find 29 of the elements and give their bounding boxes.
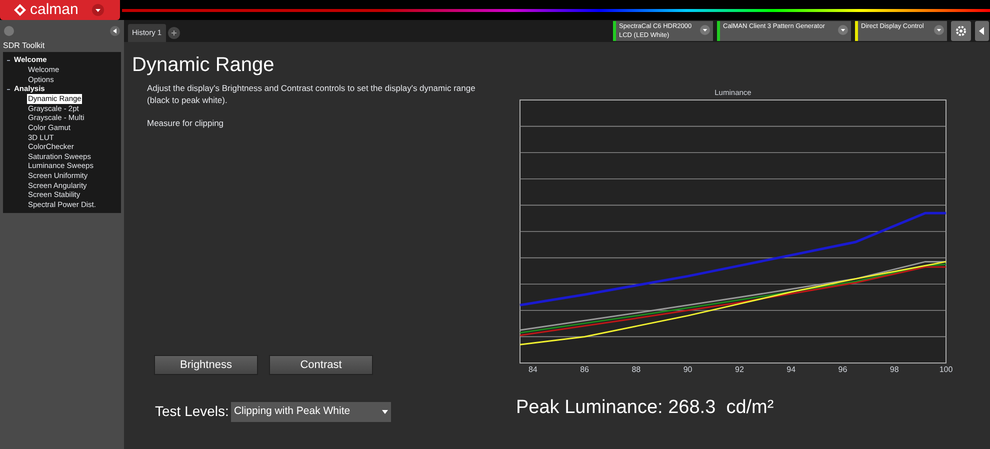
test-levels-label: Test Levels:: [155, 402, 229, 421]
dropdown-value: Clipping with Peak White: [234, 404, 350, 419]
settings-icon[interactable]: [951, 21, 971, 41]
axis-tick-label: 86: [580, 364, 589, 376]
axis-tick-label: 98: [890, 364, 899, 376]
action-button[interactable]: Brightness: [154, 355, 258, 375]
axis-tick-label: 100: [939, 364, 953, 376]
sidebar-title: SDR Toolkit: [2, 40, 46, 52]
logo-text: calman: [30, 1, 78, 19]
description: Adjust the display's Brightness and Contrast controls to set the display's dynamic range (black to peak white).: [146, 82, 476, 106]
dropdown-icon[interactable]: [838, 25, 848, 35]
action-button[interactable]: Contrast: [269, 355, 373, 375]
page-title: Dynamic Range: [132, 53, 276, 78]
axis-tick-label: 90: [683, 364, 692, 376]
axis-tick-label: 84: [528, 364, 538, 376]
axis-tick-label: 96: [838, 364, 848, 376]
test-levels-dropdown[interactable]: Clipping with Peak White: [230, 402, 391, 422]
dropdown-icon[interactable]: [934, 25, 944, 35]
caret-down-icon[interactable]: [92, 4, 104, 16]
axis-tick-label: 88: [632, 364, 641, 376]
axis-tick-label: 92: [735, 364, 744, 376]
peak-luminance-reading: Peak Luminance: 268.3 cd/m²: [516, 396, 774, 420]
caret-down-icon: [382, 410, 388, 414]
add-tab-icon[interactable]: [166, 26, 181, 40]
instruction: Measure for clipping: [146, 117, 225, 129]
axis-tick-label: 94: [786, 364, 796, 376]
dropdown-icon[interactable]: [700, 25, 710, 35]
diamond-logo-icon: [14, 4, 26, 16]
logo-button[interactable]: calman: [0, 0, 120, 20]
